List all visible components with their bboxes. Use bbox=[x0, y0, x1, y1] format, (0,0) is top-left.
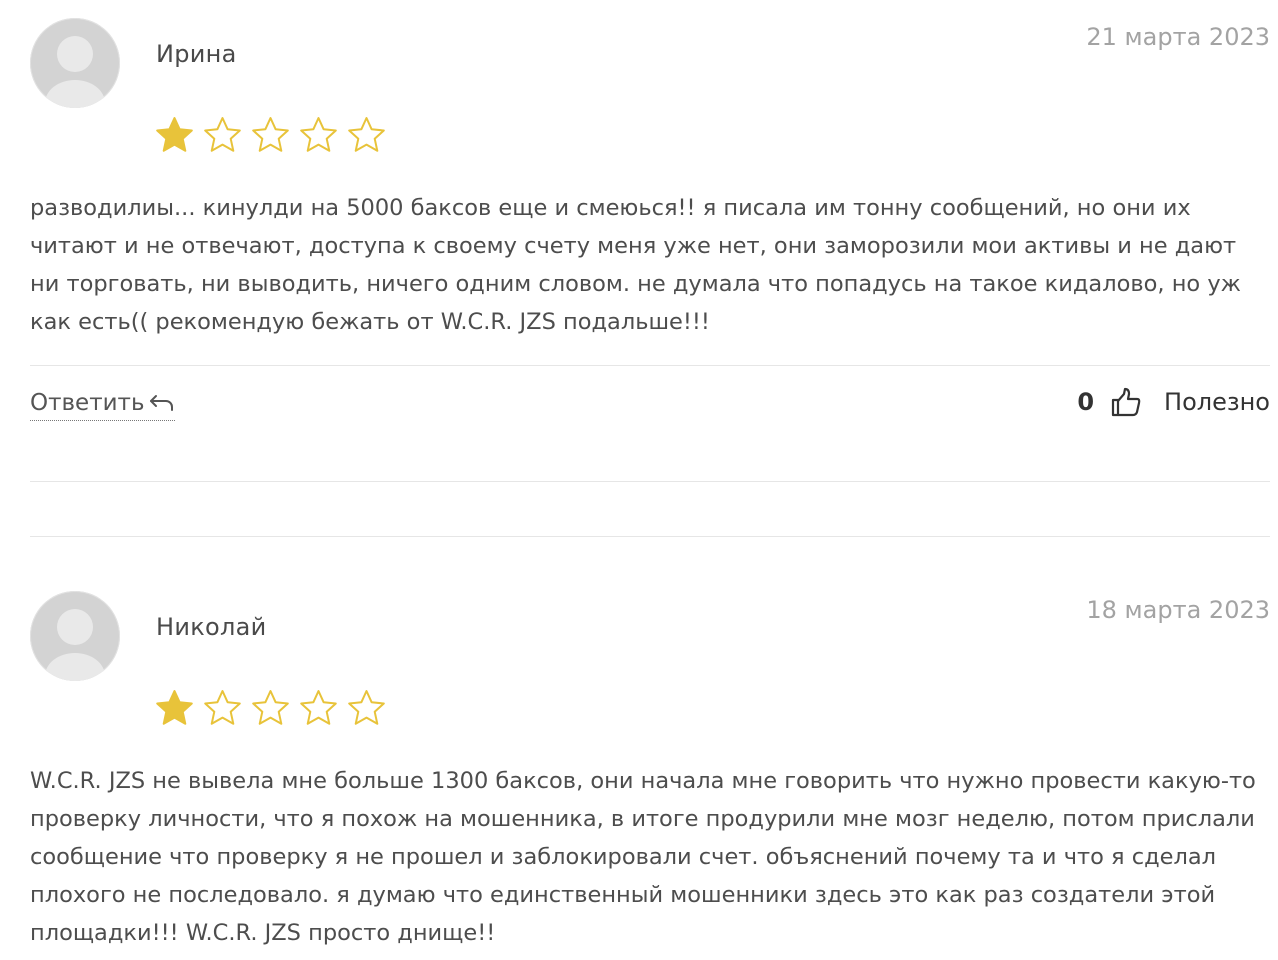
avatar-head-shape bbox=[57, 609, 93, 645]
review-text: разводилиы... кинулди на 5000 баксов еще… bbox=[30, 195, 1241, 335]
star-outline-icon bbox=[252, 690, 289, 725]
divider bbox=[30, 536, 1270, 537]
star-filled-icon bbox=[156, 117, 193, 152]
review-author: Николай bbox=[156, 613, 267, 641]
star-filled-icon bbox=[156, 690, 193, 725]
reply-link[interactable]: Ответить bbox=[30, 390, 175, 421]
avatar-body-shape bbox=[45, 80, 105, 108]
review-date: 18 марта 2023 bbox=[1086, 596, 1270, 624]
star-outline-icon bbox=[204, 690, 241, 725]
like-count: 0 bbox=[1077, 388, 1095, 416]
reviews-page: Ирина 21 марта 2023 разводилиы... кинулд… bbox=[0, 0, 1278, 960]
divider bbox=[30, 481, 1270, 482]
star-outline-icon bbox=[300, 690, 337, 725]
reply-arrow-icon bbox=[149, 395, 173, 411]
thumbs-up-icon[interactable] bbox=[1110, 386, 1142, 418]
review-text: W.C.R. JZS не вывела мне больше 1300 бак… bbox=[30, 768, 1256, 946]
useful-button[interactable]: Полезно bbox=[1164, 388, 1270, 416]
avatar-body-shape bbox=[45, 653, 105, 681]
avatar bbox=[30, 18, 120, 108]
likes-block: 0 Полезно bbox=[1077, 386, 1270, 418]
star-outline-icon bbox=[348, 690, 385, 725]
reply-label: Ответить bbox=[30, 390, 145, 416]
rating-stars bbox=[154, 688, 387, 729]
avatar bbox=[30, 591, 120, 681]
star-outline-icon bbox=[300, 117, 337, 152]
avatar-head-shape bbox=[57, 36, 93, 72]
rating-stars bbox=[154, 115, 387, 156]
star-outline-icon bbox=[348, 117, 385, 152]
star-outline-icon bbox=[252, 117, 289, 152]
review-date: 21 марта 2023 bbox=[1086, 23, 1270, 51]
star-outline-icon bbox=[204, 117, 241, 152]
divider bbox=[30, 365, 1270, 366]
review-author: Ирина bbox=[156, 40, 237, 68]
